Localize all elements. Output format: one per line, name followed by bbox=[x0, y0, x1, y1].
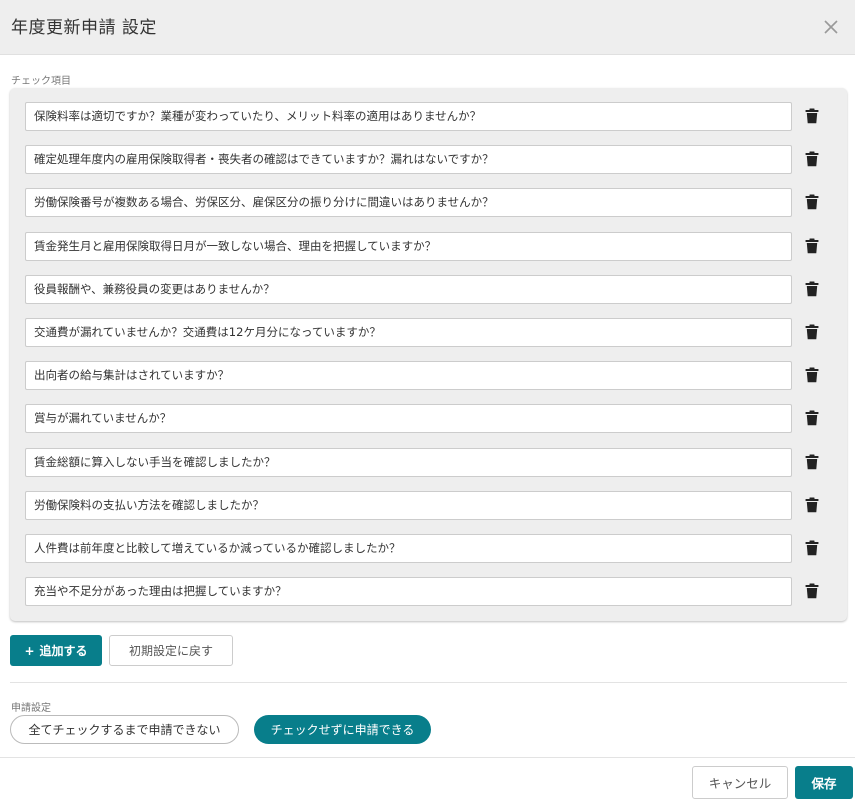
trash-icon bbox=[805, 281, 819, 297]
delete-item-button[interactable] bbox=[805, 454, 819, 470]
close-button[interactable] bbox=[818, 14, 844, 40]
checklist-item: 労働保険番号が複数ある場合、労保区分、雇保区分の振り分けに間違いはありませんか？ bbox=[25, 188, 835, 217]
checklist-item-input[interactable]: 賃金総額に算入しない手当を確認しましたか？ bbox=[25, 448, 792, 477]
trash-icon bbox=[805, 238, 819, 254]
checklist-item: 賞与が漏れていませんか？ bbox=[25, 404, 835, 433]
checklist-item-input[interactable]: 出向者の給与集計はされていますか？ bbox=[25, 361, 792, 390]
trash-icon bbox=[805, 454, 819, 470]
checklist-item-input[interactable]: 賞与が漏れていませんか？ bbox=[25, 404, 792, 433]
checklist-item: 保険料率は適切ですか？業種が変わっていたり、メリット料率の適用はありませんか？ bbox=[25, 102, 835, 131]
delete-item-button[interactable] bbox=[805, 151, 819, 167]
add-item-button[interactable]: + 追加する bbox=[10, 635, 102, 666]
option-require-all-checks[interactable]: 全てチェックするまで申請できない bbox=[10, 715, 239, 744]
trash-icon bbox=[805, 324, 819, 340]
checklist-item-input[interactable]: 交通費が漏れていませんか？交通費は12ケ月分になっていますか？ bbox=[25, 318, 792, 347]
checklist-label: チェック項目 bbox=[11, 76, 71, 87]
close-icon bbox=[824, 20, 838, 34]
trash-icon bbox=[805, 194, 819, 210]
dialog-title: 年度更新申請 設定 bbox=[11, 18, 157, 38]
reset-defaults-button[interactable]: 初期設定に戻す bbox=[109, 635, 233, 666]
trash-icon bbox=[805, 151, 819, 167]
checklist-item-input[interactable]: 労働保険番号が複数ある場合、労保区分、雇保区分の振り分けに間違いはありませんか？ bbox=[25, 188, 792, 217]
application-setting-label: 申請設定 bbox=[11, 703, 51, 714]
trash-icon bbox=[805, 497, 819, 513]
checklist-item-input[interactable]: 労働保険料の支払い方法を確認しましたか？ bbox=[25, 491, 792, 520]
checklist-item-input[interactable]: 人件費は前年度と比較して増えているか減っているか確認しましたか？ bbox=[25, 534, 792, 563]
delete-item-button[interactable] bbox=[805, 367, 819, 383]
checklist-item: 出向者の給与集計はされていますか？ bbox=[25, 361, 835, 390]
checklist-item: 充当や不足分があった理由は把握していますか？ bbox=[25, 577, 835, 606]
dialog-header: 年度更新申請 設定 bbox=[0, 0, 855, 55]
delete-item-button[interactable] bbox=[805, 410, 819, 426]
trash-icon bbox=[805, 583, 819, 599]
checklist-item-input[interactable]: 確定処理年度内の雇用保険取得者・喪失者の確認はできていますか？漏れはないですか？ bbox=[25, 145, 792, 174]
checklist-item-input[interactable]: 保険料率は適切ですか？業種が変わっていたり、メリット料率の適用はありませんか？ bbox=[25, 102, 792, 131]
checklist-item: 賃金総額に算入しない手当を確認しましたか？ bbox=[25, 448, 835, 477]
trash-icon bbox=[805, 367, 819, 383]
delete-item-button[interactable] bbox=[805, 194, 819, 210]
delete-item-button[interactable] bbox=[805, 540, 819, 556]
trash-icon bbox=[805, 108, 819, 124]
delete-item-button[interactable] bbox=[805, 324, 819, 340]
delete-item-button[interactable] bbox=[805, 497, 819, 513]
checklist-item: 役員報酬や、兼務役員の変更はありませんか？ bbox=[25, 275, 835, 304]
delete-item-button[interactable] bbox=[805, 108, 819, 124]
trash-icon bbox=[805, 540, 819, 556]
checklist-item: 確定処理年度内の雇用保険取得者・喪失者の確認はできていますか？漏れはないですか？ bbox=[25, 145, 835, 174]
footer-divider bbox=[0, 757, 855, 758]
delete-item-button[interactable] bbox=[805, 583, 819, 599]
plus-icon: + bbox=[24, 643, 35, 658]
checklist-item-input[interactable]: 賃金発生月と雇用保険取得日月が一致しない場合、理由を把握していますか？ bbox=[25, 232, 792, 261]
checklist-item: 賃金発生月と雇用保険取得日月が一致しない場合、理由を把握していますか？ bbox=[25, 232, 835, 261]
checklist-item-input[interactable]: 充当や不足分があった理由は把握していますか？ bbox=[25, 577, 792, 606]
trash-icon bbox=[805, 410, 819, 426]
cancel-button[interactable]: キャンセル bbox=[692, 766, 788, 799]
checklist-item: 交通費が漏れていませんか？交通費は12ケ月分になっていますか？ bbox=[25, 318, 835, 347]
checklist-item-input[interactable]: 役員報酬や、兼務役員の変更はありませんか？ bbox=[25, 275, 792, 304]
delete-item-button[interactable] bbox=[805, 238, 819, 254]
save-button[interactable]: 保存 bbox=[795, 766, 853, 799]
settings-dialog: 年度更新申請 設定 チェック項目 保険料率は適切ですか？業種が変わっていたり、メ… bbox=[0, 0, 855, 802]
delete-item-button[interactable] bbox=[805, 281, 819, 297]
add-item-label: 追加する bbox=[39, 644, 88, 658]
option-allow-without-check[interactable]: チェックせずに申請できる bbox=[254, 715, 431, 744]
checklist-item: 人件費は前年度と比較して増えているか減っているか確認しましたか？ bbox=[25, 534, 835, 563]
checklist-panel: 保険料率は適切ですか？業種が変わっていたり、メリット料率の適用はありませんか？ … bbox=[10, 88, 847, 621]
checklist-item: 労働保険料の支払い方法を確認しましたか？ bbox=[25, 491, 835, 520]
section-divider bbox=[10, 682, 847, 683]
